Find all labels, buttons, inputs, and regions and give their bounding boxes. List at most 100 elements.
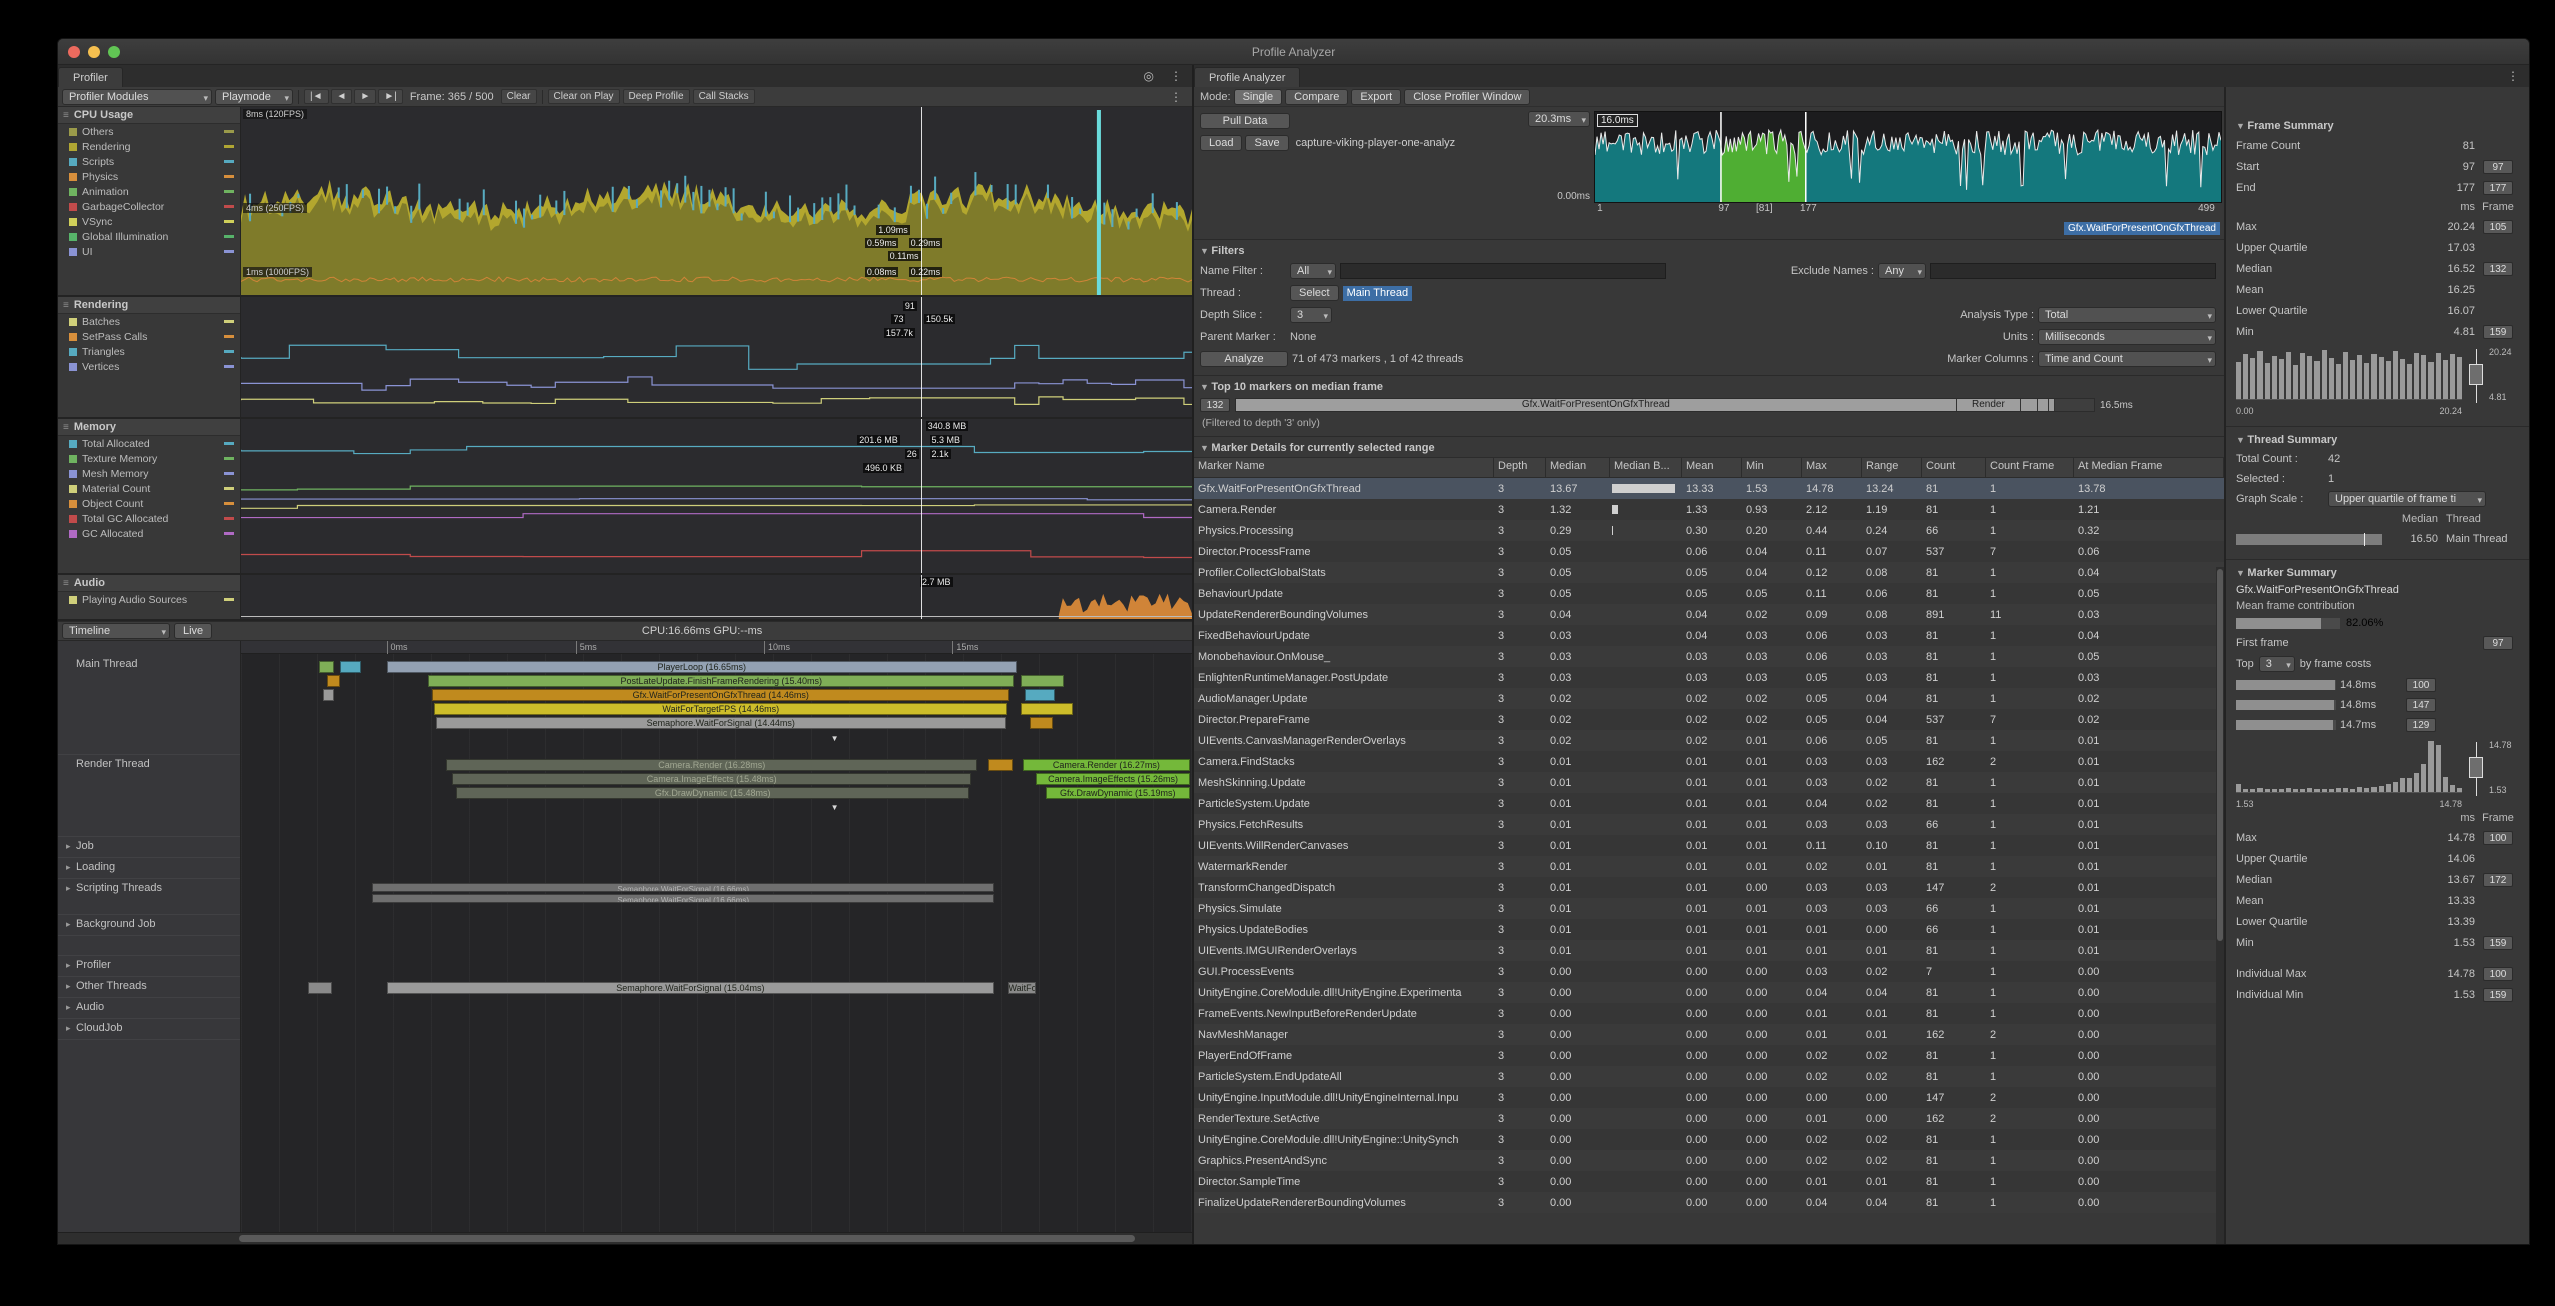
timeline-view-dropdown[interactable]: Timeline: [62, 623, 170, 639]
frame-time-graph[interactable]: 16.0ms: [1594, 111, 2222, 203]
top10-segment[interactable]: Render: [1957, 399, 2021, 411]
table-row[interactable]: AudioManager.Update 3 0.02 0.02 0.02 0.0…: [1194, 688, 2224, 709]
table-row[interactable]: TransformChangedDispatch 3 0.01 0.01 0.0…: [1194, 877, 2224, 898]
timeline-bar[interactable]: [1025, 689, 1055, 701]
thread-row[interactable]: ▸Loading: [58, 858, 240, 879]
transport-button[interactable]: |◄: [304, 89, 329, 104]
table-row[interactable]: Physics.FetchResults 3 0.01 0.01 0.01 0.…: [1194, 814, 2224, 835]
column-header[interactable]: Count: [1922, 458, 1986, 477]
table-row[interactable]: Camera.Render 3 1.32 1.33 0.93 2.12 1.19…: [1194, 499, 2224, 520]
foldout-arrow-icon[interactable]: ▸: [66, 981, 76, 992]
column-header[interactable]: Max: [1802, 458, 1862, 477]
table-row[interactable]: UnityEngine.InputModule.dll!UnityEngineI…: [1194, 1087, 2224, 1108]
minimize-window-button[interactable]: [88, 46, 100, 58]
table-row[interactable]: WatermarkRender 3 0.01 0.01 0.01 0.02 0.…: [1194, 856, 2224, 877]
thread-summary-title[interactable]: Thread Summary: [2236, 431, 2521, 449]
table-row[interactable]: GUI.ProcessEvents 3 0.00 0.00 0.00 0.03 …: [1194, 961, 2224, 982]
table-row[interactable]: Profiler.CollectGlobalStats 3 0.05 0.05 …: [1194, 562, 2224, 583]
foldout-arrow-icon[interactable]: ▸: [66, 919, 76, 930]
timeline-bar[interactable]: WaitForTargetFPS (14.46ms): [434, 703, 1007, 715]
foldout-arrow-icon[interactable]: ▸: [66, 1023, 76, 1034]
selected-thread-chip[interactable]: Main Thread: [1343, 286, 1413, 301]
frame-jump-button[interactable]: 129: [2406, 718, 2436, 732]
thread-row[interactable]: ▸Scripting Threads: [58, 879, 240, 915]
timeline-bar[interactable]: [988, 759, 1013, 771]
legend-item[interactable]: Total GC Allocated: [58, 511, 240, 526]
timeline-bar[interactable]: [1021, 703, 1073, 715]
timeline-bar[interactable]: [327, 675, 340, 687]
table-row[interactable]: MeshSkinning.Update 3 0.01 0.01 0.01 0.0…: [1194, 772, 2224, 793]
thread-row[interactable]: Render Thread: [58, 755, 240, 837]
column-header[interactable]: Mean: [1682, 458, 1742, 477]
timeline-bar[interactable]: Camera.ImageEffects (15.26ms): [1036, 773, 1190, 785]
column-header[interactable]: Min: [1742, 458, 1802, 477]
timeline-bar[interactable]: WaitForSi: [1008, 982, 1037, 994]
scrollbar-thumb[interactable]: [2217, 569, 2223, 941]
top10-segment[interactable]: [2049, 399, 2056, 411]
timeline-bar[interactable]: Semaphore.WaitForSignal (16.66ms): [372, 883, 994, 892]
legend-item[interactable]: Rendering: [58, 139, 240, 154]
mode-button[interactable]: Single: [1234, 89, 1283, 105]
frame-jump-button[interactable]: 105: [2483, 220, 2513, 234]
frame-jump-button[interactable]: 147: [2406, 698, 2436, 712]
table-row[interactable]: ParticleSystem.Update 3 0.01 0.01 0.01 0…: [1194, 793, 2224, 814]
top10-segment[interactable]: [2021, 399, 2038, 411]
timeline-bar[interactable]: Gfx.WaitForPresentOnGfxThread (14.46ms): [432, 689, 1009, 701]
foldout-arrow-icon[interactable]: ▸: [66, 1002, 76, 1013]
depth-slice-dropdown[interactable]: 3: [1290, 307, 1332, 323]
thread-row[interactable]: ▸Other Threads: [58, 977, 240, 998]
legend-item[interactable]: Playing Audio Sources: [58, 592, 240, 607]
timeline-bar[interactable]: [323, 689, 334, 701]
marker-summary-title[interactable]: Marker Summary: [2236, 564, 2521, 582]
horizontal-scrollbar[interactable]: [58, 1232, 1192, 1244]
frame-jump-button[interactable]: 159: [2483, 988, 2513, 1002]
top-n-dropdown[interactable]: 3: [2259, 656, 2295, 672]
thread-row[interactable]: [58, 936, 240, 956]
clear-on-play-button[interactable]: Clear on Play: [548, 89, 620, 104]
call-stacks-button[interactable]: Call Stacks: [693, 89, 755, 104]
table-row[interactable]: UnityEngine.CoreModule.dll!UnityEngine::…: [1194, 1129, 2224, 1150]
marker-histogram[interactable]: [2236, 741, 2462, 793]
timeline-bar[interactable]: [308, 982, 333, 994]
timeline-bar[interactable]: PostLateUpdate.FinishFrameRendering (15.…: [428, 675, 1014, 687]
legend-item[interactable]: SetPass Calls: [58, 329, 240, 344]
column-header[interactable]: Median: [1546, 458, 1610, 477]
legend-item[interactable]: GarbageCollector: [58, 199, 240, 214]
legend-item[interactable]: Material Count: [58, 481, 240, 496]
legend-item[interactable]: Mesh Memory: [58, 466, 240, 481]
collapse-arrow-icon[interactable]: [831, 734, 839, 743]
median-frame-chip[interactable]: 132: [1200, 398, 1230, 412]
filters-title[interactable]: Filters: [1200, 242, 2216, 260]
analyze-button[interactable]: Analyze: [1200, 351, 1288, 367]
units-dropdown[interactable]: Milliseconds: [2038, 329, 2216, 345]
table-row[interactable]: UIEvents.IMGUIRenderOverlays 3 0.01 0.01…: [1194, 940, 2224, 961]
exclude-filter-input[interactable]: [1930, 263, 2216, 279]
save-button[interactable]: Save: [1245, 135, 1288, 151]
playmode-dropdown[interactable]: Playmode: [215, 89, 293, 105]
zoom-window-button[interactable]: [108, 46, 120, 58]
legend-item[interactable]: Vertices: [58, 359, 240, 374]
legend-item[interactable]: Animation: [58, 184, 240, 199]
table-row[interactable]: Physics.Simulate 3 0.01 0.01 0.01 0.03 0…: [1194, 898, 2224, 919]
frame-jump-button[interactable]: 159: [2483, 325, 2513, 339]
column-header[interactable]: At Median Frame: [2074, 458, 2224, 477]
transport-button[interactable]: ◄: [331, 89, 353, 104]
transport-button[interactable]: ►|: [378, 89, 403, 104]
table-row[interactable]: UIEvents.CanvasManagerRenderOverlays 3 0…: [1194, 730, 2224, 751]
collapse-arrow-icon[interactable]: [831, 803, 839, 812]
pull-data-button[interactable]: Pull Data: [1200, 113, 1290, 129]
rendering-chart[interactable]: 9173150.5k157.7k: [241, 297, 1192, 417]
tab-profiler[interactable]: Profiler: [58, 67, 123, 87]
clear-button[interactable]: Clear: [501, 89, 537, 104]
graph-scale-dropdown[interactable]: Upper quartile of frame ti: [2328, 491, 2486, 507]
marker-columns-dropdown[interactable]: Time and Count: [2038, 351, 2216, 367]
close-window-button[interactable]: [68, 46, 80, 58]
exclude-mode-dropdown[interactable]: Any: [1878, 263, 1926, 279]
table-row[interactable]: NavMeshManager 3 0.00 0.00 0.00 0.01 0.0…: [1194, 1024, 2224, 1045]
timeline-bar[interactable]: Gfx.DrawDynamic (15.48ms): [456, 787, 970, 799]
table-scrollbar[interactable]: [2216, 567, 2224, 1244]
analysis-type-dropdown[interactable]: Total: [2038, 307, 2216, 323]
timeline-bar[interactable]: Camera.Render (16.27ms): [1023, 759, 1190, 771]
top10-segment[interactable]: Gfx.WaitForPresentOnGfxThread: [1236, 399, 1957, 411]
table-row[interactable]: FinalizeUpdateRendererBoundingVolumes 3 …: [1194, 1192, 2224, 1213]
